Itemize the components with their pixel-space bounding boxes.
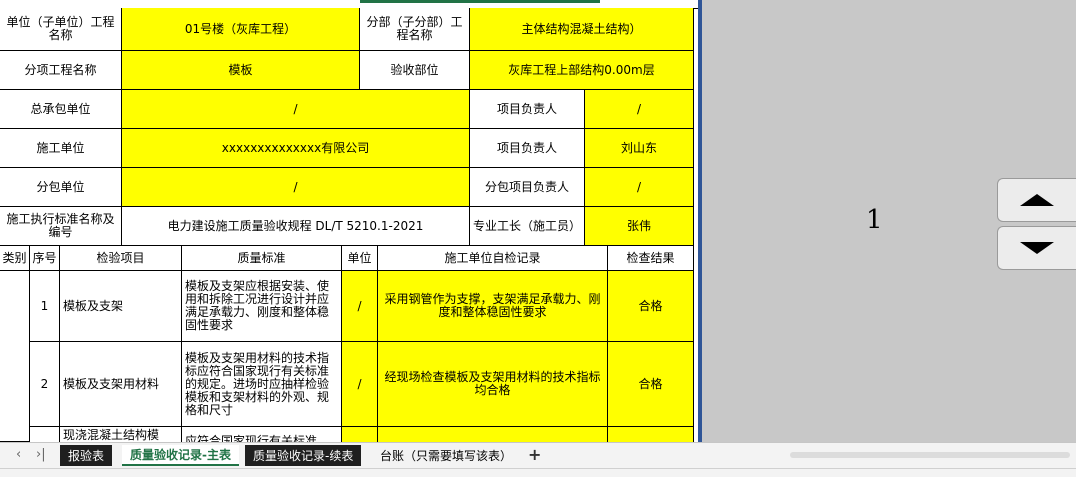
unit-name-value[interactable]: 01号楼（灰库工程） <box>122 8 360 51</box>
table-row-item[interactable]: 模板及支架 <box>60 271 182 342</box>
tab-sheet-continued[interactable]: 质量验收记录-续表 <box>245 445 362 466</box>
project-manager2-value[interactable]: 刘山东 <box>585 129 694 168</box>
col-header-item: 检验项目 <box>60 246 182 271</box>
project-manager-value[interactable]: / <box>585 90 694 129</box>
acceptance-part-label: 验收部位 <box>360 51 470 90</box>
unit-name-label: 单位（子单位）工程名称 <box>0 8 122 51</box>
general-contractor-label: 总承包单位 <box>0 90 122 129</box>
standard-value[interactable]: 电力建设施工质量验收规程 DL/T 5210.1-2021 <box>122 207 470 246</box>
table-row-result[interactable]: 合格 <box>608 271 694 342</box>
col-header-unit: 单位 <box>342 246 378 271</box>
sub-pm-label: 分包项目负责人 <box>470 168 585 207</box>
selection-indicator <box>360 0 600 3</box>
table-row-result[interactable]: 合格 <box>608 342 694 427</box>
category-cell[interactable] <box>0 271 30 442</box>
table-row-seq[interactable]: 2 <box>30 342 60 427</box>
page-number: 1 <box>866 205 883 235</box>
col-header-standard: 质量标准 <box>182 246 342 271</box>
spreadsheet-grid[interactable]: 单位（子单位）工程名称 01号楼（灰库工程） 分部（子分部）工程名称 主体结构混… <box>0 0 698 442</box>
status-bar <box>0 468 1076 477</box>
general-contractor-value[interactable]: / <box>122 90 470 129</box>
subcontractor-label: 分包单位 <box>0 168 122 207</box>
table-row-standard[interactable]: 应符合国家现行有关标准 <box>182 427 342 442</box>
project-manager2-label: 项目负责人 <box>470 129 585 168</box>
table-row-unit[interactable]: / <box>342 271 378 342</box>
arrow-down-icon <box>1020 242 1054 254</box>
table-row-record[interactable]: 经现场检查模板及支架用材料的技术指标均合格 <box>378 342 608 427</box>
col-header-category: 类别 <box>0 246 30 271</box>
tab-last-icon[interactable]: ›| <box>36 447 46 462</box>
col-header-result: 检查结果 <box>608 246 694 271</box>
construction-unit-value[interactable]: xxxxxxxxxxxxxx有限公司 <box>122 129 470 168</box>
table-row-item[interactable]: 现浇混凝土结构模 <box>60 427 182 442</box>
construction-unit-label: 施工单位 <box>0 129 122 168</box>
subdivision-value[interactable]: 主体结构混凝土结构） <box>470 8 694 51</box>
table-row-record[interactable] <box>378 427 608 442</box>
horizontal-scrollbar[interactable] <box>790 452 1070 458</box>
table-row-record[interactable]: 采用钢管作为支撑，支架满足承载力、刚度和整体稳固性要求 <box>378 271 608 342</box>
table-row-result[interactable] <box>608 427 694 442</box>
subdivision-label: 分部（子分部）工程名称 <box>360 8 470 51</box>
table-row-unit[interactable]: / <box>342 342 378 427</box>
sub-pm-value[interactable]: / <box>585 168 694 207</box>
tab-prev-icon[interactable]: ‹ <box>16 447 21 462</box>
project-manager-label: 项目负责人 <box>470 90 585 129</box>
standard-label: 施工执行标准名称及编号 <box>0 207 122 246</box>
table-row-seq[interactable] <box>30 427 60 442</box>
tab-sheet-ledger[interactable]: 台账（只需要填写该表） <box>372 445 520 466</box>
arrow-up-icon <box>1020 194 1054 206</box>
add-sheet-button[interactable]: + <box>528 445 541 464</box>
foreman-value[interactable]: 张伟 <box>585 207 694 246</box>
table-row-item[interactable]: 模板及支架用材料 <box>60 342 182 427</box>
page-up-button[interactable] <box>997 178 1076 222</box>
table-row-standard[interactable]: 模板及支架用材料的技术指标应符合国家现行有关标准的规定。进场时应抽样检验模板和支… <box>182 342 342 427</box>
col-header-record: 施工单位自检记录 <box>378 246 608 271</box>
table-row-seq[interactable]: 1 <box>30 271 60 342</box>
item-project-label: 分项工程名称 <box>0 51 122 90</box>
col-header-seq: 序号 <box>30 246 60 271</box>
tab-sheet-main[interactable]: 质量验收记录-主表 <box>122 445 239 466</box>
tab-sheet-report[interactable]: 报验表 <box>60 445 113 466</box>
foreman-label: 专业工长（施工员） <box>470 207 585 246</box>
table-row-standard[interactable]: 模板及支架应根据安装、使用和拆除工况进行设计并应满足承载力、刚度和整体稳固性要求 <box>182 271 342 342</box>
page-down-button[interactable] <box>997 226 1076 270</box>
acceptance-part-value[interactable]: 灰库工程上部结构0.00m层 <box>470 51 694 90</box>
item-project-value[interactable]: 模板 <box>122 51 360 90</box>
table-row-unit[interactable] <box>342 427 378 442</box>
subcontractor-value[interactable]: / <box>122 168 470 207</box>
